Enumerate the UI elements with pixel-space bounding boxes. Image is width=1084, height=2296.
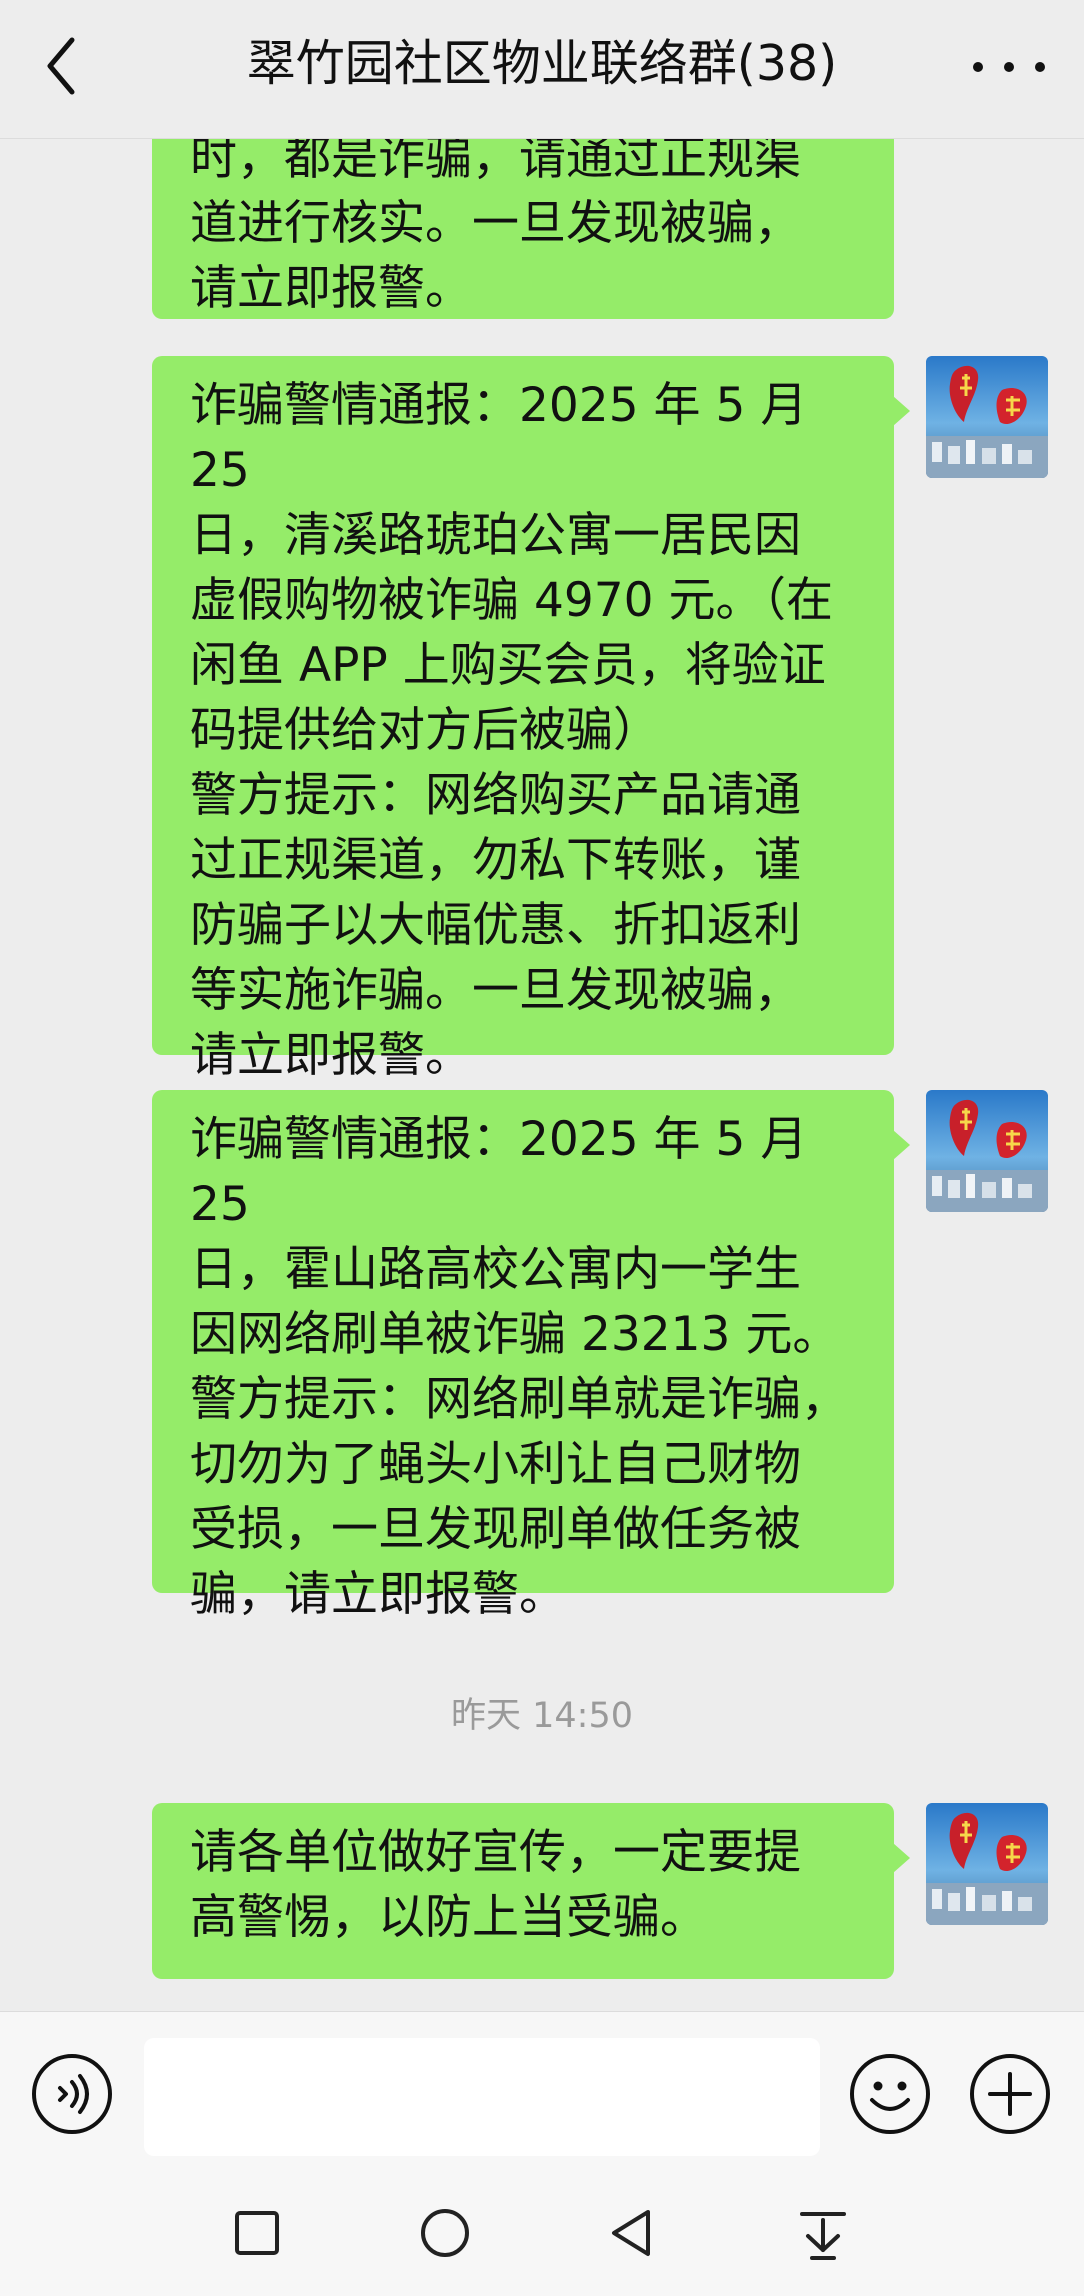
message-bubble[interactable]: 时，都是诈骗，请通过正规渠 道进行核实。一旦发现被骗， 请立即报警。: [152, 139, 894, 319]
avatar-image: [926, 356, 1048, 478]
message-text: 时，都是诈骗，请通过正规渠 道进行核实。一旦发现被骗， 请立即报警。: [190, 139, 801, 316]
avatar[interactable]: [926, 356, 1048, 478]
chat-header: 翠竹园社区物业联络群(38): [0, 0, 1084, 139]
message-bubble[interactable]: 请各单位做好宣传，一定要提 高警惕，以防上当受骗。: [152, 1803, 910, 1979]
triangle-back-icon[interactable]: [598, 2198, 668, 2268]
emoji-smile-icon[interactable]: [848, 2052, 932, 2136]
message-list[interactable]: 时，都是诈骗，请通过正规渠 道进行核实。一旦发现被骗， 请立即报警。 诈骗警情通…: [0, 139, 1084, 2011]
message-text: 诈骗警情通报：2025 年 5 月 25 日，霍山路高校公寓内一学生 因网络刷单…: [190, 1112, 848, 1622]
chat-title: 翠竹园社区物业联络群(38): [246, 35, 838, 92]
message-bubble[interactable]: 诈骗警情通报：2025 年 5 月 25 日，清溪路琥珀公寓一居民因 虚假购物被…: [152, 356, 910, 1083]
message-text: 诈骗警情通报：2025 年 5 月 25 日，清溪路琥珀公寓一居民因 虚假购物被…: [190, 378, 833, 1083]
message-timestamp: 昨天 14:50: [451, 1696, 633, 1736]
chevron-left-icon[interactable]: [38, 30, 92, 102]
avatar-image: [926, 1090, 1048, 1212]
voice-icon[interactable]: [30, 2052, 114, 2136]
avatar[interactable]: [926, 1803, 1048, 1925]
more-dots-icon[interactable]: [964, 30, 1054, 102]
circle-icon[interactable]: [410, 2198, 480, 2268]
message-bubble[interactable]: 诈骗警情通报：2025 年 5 月 25 日，霍山路高校公寓内一学生 因网络刷单…: [152, 1090, 910, 1622]
square-icon[interactable]: [222, 2198, 292, 2268]
message-text: 请各单位做好宣传，一定要提 高警惕，以防上当受骗。: [190, 1825, 801, 1945]
avatar[interactable]: [926, 1090, 1048, 1212]
input-bar: [0, 2011, 1084, 2168]
message-input[interactable]: [144, 2038, 820, 2156]
hide-keyboard-icon[interactable]: [788, 2198, 858, 2268]
system-nav-bar: [0, 2168, 1084, 2296]
plus-circle-icon[interactable]: [968, 2052, 1052, 2136]
avatar-image: [926, 1803, 1048, 1925]
